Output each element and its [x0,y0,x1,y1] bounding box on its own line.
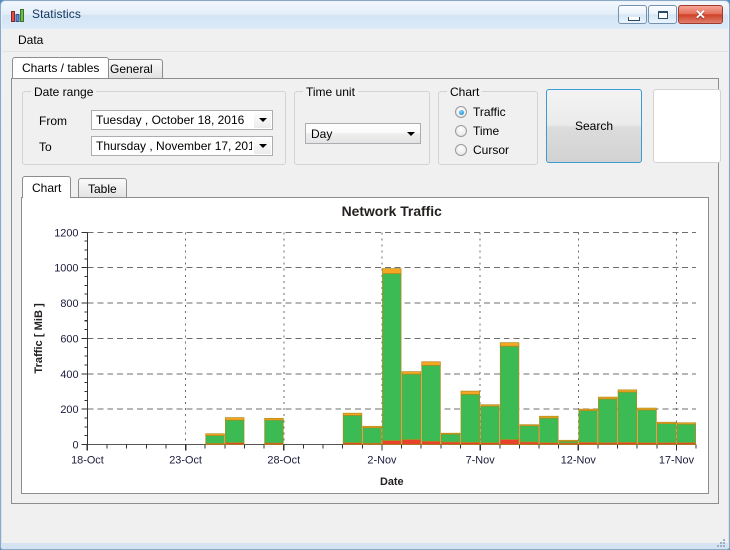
close-button[interactable]: ✕ [678,5,723,24]
from-date-value: Tuesday , October 18, 2016 [96,113,245,127]
search-button[interactable]: Search [546,89,642,163]
time-unit-legend: Time unit [303,85,358,99]
bar-chart-icon [11,9,24,22]
y-axis-title: Traffic [ MiB ] [33,303,45,374]
chevron-down-icon [258,144,267,148]
x-tick-label: 2-Nov [367,455,397,467]
bar-6-Nov [460,390,480,445]
bar-15-Nov [637,407,657,445]
bar-8-Nov [499,342,520,445]
maximize-icon [658,11,668,19]
client-area: Data Charts / tables General Date range … [2,29,728,543]
tab-charts-tables[interactable]: Charts / tables [12,57,110,78]
empty-panel [653,89,721,163]
radio-traffic-label: Traffic [473,105,506,119]
bar-17-Nov [676,422,696,445]
chart-title: Network Traffic [342,203,442,219]
from-label: From [39,114,67,128]
bar-13-Nov [598,396,618,445]
minimize-button[interactable] [618,5,647,24]
menu-bar: Data [2,29,728,52]
radio-traffic[interactable]: Traffic [455,105,506,119]
from-date-picker[interactable]: Tuesday , October 18, 2016 [91,110,273,130]
bar-4-Nov [421,361,441,445]
bar-7-Nov [480,404,500,445]
radio-time[interactable]: Time [455,124,499,138]
bar-31-Oct [342,412,363,445]
bar-5-Nov [440,432,461,445]
x-tick-label: 12-Nov [561,455,597,467]
to-date-picker[interactable]: Thursday , November 17, 2016 [91,136,273,156]
tab-table-label: Table [88,181,117,196]
bar-24-Oct [205,433,225,445]
search-button-label: Search [574,119,614,133]
y-tick-label: 600 [60,333,78,345]
time-unit-dropdown-button[interactable] [402,125,419,142]
radio-cursor-label: Cursor [473,143,510,157]
menu-item-data[interactable]: Data [10,30,51,50]
bar-9-Nov [519,424,539,445]
chart-panel: Network Traffic 0 200 400 600 800 1000 1200 18-O… [21,197,709,494]
bar-14-Nov [617,389,638,445]
x-axis-title: Date [380,476,404,488]
date-range-legend: Date range [31,85,97,99]
bar-11-Nov [558,439,579,445]
tab-chart[interactable]: Chart [22,176,72,198]
time-unit-select[interactable]: Day [305,123,421,144]
statistics-window: Statistics ✕ Data Charts / tables Genera… [0,0,730,550]
x-tick-label: 23-Oct [169,455,202,467]
radio-time-label: Time [473,124,500,138]
time-unit-value: Day [311,127,333,141]
chevron-down-icon [406,131,415,136]
resize-grip-icon[interactable] [714,536,726,548]
close-icon: ✕ [695,7,706,22]
time-unit-group: Time unit Day [294,85,430,165]
tab-general-label: General [110,62,153,76]
main-tab-strip: Charts / tables General [12,57,728,78]
window-controls: ✕ [618,5,723,24]
chevron-down-icon [258,118,267,122]
tab-charts-tables-label: Charts / tables [22,61,100,75]
charts-tables-page: Date range From Tuesday , October 18, 20… [11,78,721,504]
title-bar: Statistics ✕ [2,2,728,29]
x-tick-label: 28-Oct [267,455,300,467]
tab-chart-label: Chart [32,180,62,195]
chart-type-group: Chart Traffic Time Cursor [438,85,538,165]
window-title: Statistics [32,7,82,21]
maximize-button[interactable] [648,5,677,24]
tab-table[interactable]: Table [78,178,127,198]
to-date-value: Thursday , November 17, 2016 [96,139,252,153]
bar-16-Nov [656,421,677,445]
radio-cursor[interactable]: Cursor [455,143,509,157]
x-tick-label: 17-Nov [659,455,695,467]
x-tick-label: 7-Nov [466,455,496,467]
minimize-icon [628,17,640,21]
from-date-dropdown-button[interactable] [254,112,271,128]
y-tick-label: 800 [60,298,78,310]
bar-12-Nov [578,408,598,445]
radio-cursor-indicator[interactable] [455,144,467,156]
y-tick-label: 0 [72,439,78,451]
bar-27-Oct [264,417,284,445]
date-range-group: Date range From Tuesday , October 18, 20… [22,85,286,165]
bar-2-Nov [382,268,402,445]
chart-type-legend: Chart [447,85,483,99]
y-tick-label: 400 [60,369,78,381]
to-date-dropdown-button[interactable] [254,138,271,154]
bar-10-Nov [539,415,559,445]
y-tick-label: 200 [60,404,78,416]
bar-1-Nov [362,425,382,445]
network-traffic-chart[interactable]: Network Traffic 0 200 400 600 800 1000 1200 18-O… [22,198,708,493]
bar-25-Oct [225,417,245,445]
y-tick-label: 1000 [54,263,78,275]
radio-time-indicator[interactable] [455,125,467,137]
x-tick-label: 18-Oct [71,455,104,467]
bar-3-Nov [401,371,422,445]
to-label: To [39,140,52,154]
tab-general[interactable]: General [100,59,163,78]
y-tick-label: 1200 [54,227,78,239]
radio-traffic-indicator[interactable] [455,106,467,118]
